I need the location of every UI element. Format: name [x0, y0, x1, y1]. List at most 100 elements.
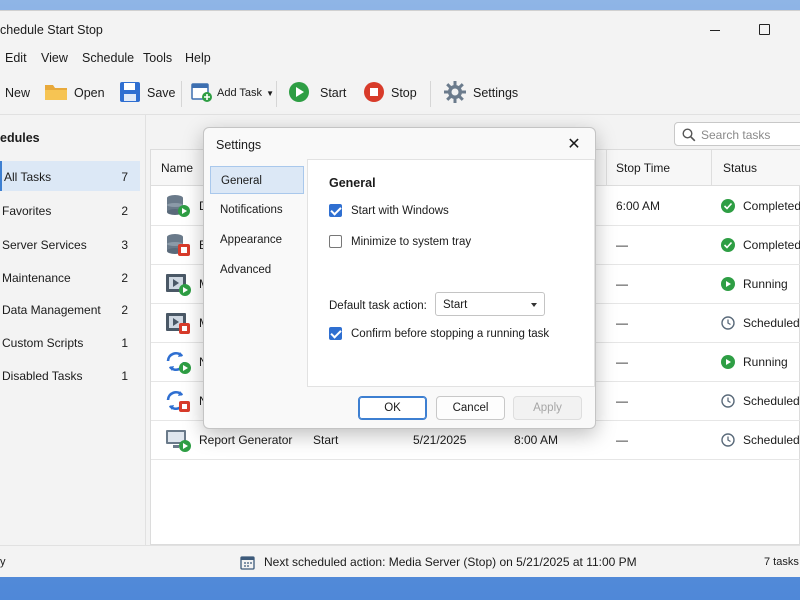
task-action: Start [313, 433, 339, 447]
open-label: Open [74, 86, 105, 100]
check-circle-icon [721, 199, 735, 216]
monitor-start-icon [165, 428, 191, 452]
sidebar-item-label: Data Management [2, 303, 101, 317]
ok-button[interactable]: OK [358, 396, 427, 420]
start-with-windows-label: Start with Windows [351, 205, 449, 217]
settings-dialog: Settings ✕ General Notifications Appeara… [203, 127, 596, 429]
open-button[interactable]: Open [44, 77, 105, 109]
task-stop-time: — [616, 277, 628, 291]
sidebar-item-maintenance[interactable]: Maintenance 2 [0, 262, 140, 292]
start-with-windows-checkbox[interactable] [329, 204, 342, 217]
panel-title: General [329, 176, 376, 190]
task-count: 7 tasks [764, 556, 799, 568]
column-header-stop-time[interactable]: Stop Time [616, 161, 670, 175]
menu-help[interactable]: Help [185, 51, 211, 65]
next-action-text: Next scheduled action: Media Server (Sto… [264, 555, 637, 569]
sidebar-item-count: 3 [121, 238, 128, 252]
column-header-name[interactable]: Name [161, 161, 193, 175]
add-task-button[interactable]: Add Task ▼ [191, 77, 274, 109]
nav-advanced[interactable]: Advanced [210, 256, 304, 284]
task-status: Completed [743, 238, 800, 252]
task-name: Report Generator [199, 433, 293, 447]
sidebar-item-label: All Tasks [4, 170, 52, 184]
check-circle-icon [721, 238, 735, 255]
nav-appearance[interactable]: Appearance [210, 226, 304, 254]
default-action-select[interactable]: Start [435, 292, 545, 316]
sidebar-item-all-tasks[interactable]: All Tasks 7 [0, 161, 140, 191]
sidebar-item-data-management[interactable]: Data Management 2 [0, 294, 140, 324]
chevron-down-icon: ▼ [266, 88, 274, 98]
menu-schedule[interactable]: Schedule [82, 51, 134, 65]
column-header-status[interactable]: Status [723, 161, 757, 175]
folder-icon [44, 82, 68, 105]
save-button[interactable]: Save [119, 77, 176, 109]
database-stop-icon [165, 233, 191, 257]
close-button[interactable]: ✕ [562, 134, 586, 156]
start-label: Start [320, 86, 347, 100]
status-left-text: y [0, 556, 6, 568]
calendar-icon [240, 555, 255, 573]
toolbar-separator [430, 81, 431, 107]
sidebar-item-custom-scripts[interactable]: Custom Scripts 1 [0, 327, 140, 357]
minimize-button[interactable] [700, 19, 730, 41]
settings-button[interactable]: Settings [443, 77, 518, 109]
menu-bar: Edit View Schedule Tools Help [0, 47, 800, 69]
minimize-to-tray-checkbox[interactable] [329, 235, 342, 248]
maximize-button[interactable] [750, 19, 780, 41]
task-status: Running [743, 355, 788, 369]
database-start-icon [165, 194, 191, 218]
nav-label: Appearance [220, 234, 283, 246]
task-status: Running [743, 277, 788, 291]
menu-edit[interactable]: Edit [5, 51, 27, 65]
settings-nav: General Notifications Appearance Advance… [208, 160, 308, 388]
confirm-stop-label: Confirm before stopping a running task [351, 328, 550, 340]
nav-label: Advanced [220, 264, 272, 276]
sidebar: edules All Tasks 7 Favorites 2 Server Se… [0, 115, 146, 545]
sidebar-item-count: 2 [121, 271, 128, 285]
floppy-disk-icon [119, 81, 141, 106]
chevron-down-icon [531, 303, 537, 307]
task-status: Completed [743, 199, 800, 213]
new-label: New [5, 86, 31, 100]
title-bar: chedule Start Stop [0, 11, 800, 47]
nav-label: General [221, 175, 262, 187]
default-action-label: Default task action: [329, 300, 427, 312]
search-icon [682, 128, 696, 145]
menu-view[interactable]: View [41, 51, 68, 65]
stop-button[interactable]: Stop [363, 77, 417, 109]
sidebar-item-label: Server Services [2, 238, 87, 252]
sidebar-item-server-services[interactable]: Server Services 3 [0, 229, 140, 259]
stop-label: Stop [391, 86, 417, 100]
gear-icon [443, 80, 467, 107]
start-button[interactable]: Start [288, 77, 346, 109]
sync-stop-icon [165, 389, 191, 413]
task-stop-time: — [616, 433, 628, 447]
toolbar-separator [181, 81, 182, 107]
window-title: chedule Start Stop [0, 23, 103, 37]
confirm-stop-checkbox[interactable] [329, 327, 342, 340]
sync-start-icon [165, 350, 191, 374]
close-icon: ✕ [567, 136, 581, 153]
column-divider [606, 150, 607, 186]
clock-icon [721, 433, 735, 450]
new-button[interactable]: New [5, 77, 30, 109]
task-stop-time: — [616, 238, 628, 252]
task-stop-time: 6:00 AM [616, 199, 661, 213]
nav-notifications[interactable]: Notifications [210, 196, 304, 224]
clock-icon [721, 394, 735, 411]
sidebar-item-label: Maintenance [2, 271, 71, 285]
task-date: 5/21/2025 [413, 433, 467, 447]
sidebar-item-label: Disabled Tasks [2, 369, 83, 383]
sidebar-item-count: 7 [121, 170, 128, 184]
apply-button[interactable]: Apply [513, 396, 582, 420]
nav-label: Notifications [220, 204, 283, 216]
toolbar: New Open Save Add Task ▼ Start Stop Sett… [0, 69, 800, 115]
sidebar-item-favorites[interactable]: Favorites 2 [0, 195, 140, 225]
menu-tools[interactable]: Tools [143, 51, 172, 65]
search-input[interactable]: Search tasks [674, 122, 800, 146]
cancel-button[interactable]: Cancel [436, 396, 505, 420]
nav-general[interactable]: General [210, 166, 304, 194]
sidebar-item-disabled-tasks[interactable]: Disabled Tasks 1 [0, 360, 140, 390]
status-bar: y Next scheduled action: Media Server (S… [0, 545, 800, 577]
calendar-add-icon [191, 81, 213, 106]
